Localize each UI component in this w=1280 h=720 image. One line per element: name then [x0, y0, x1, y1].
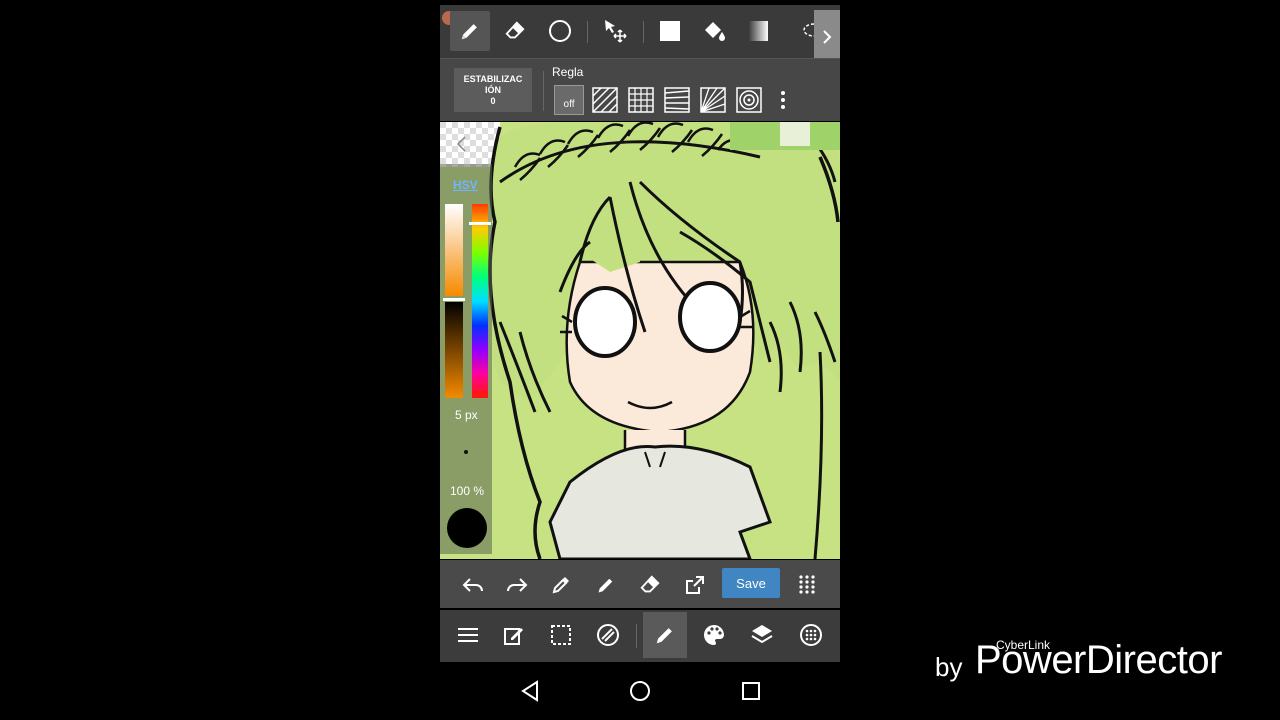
edit-button[interactable] — [492, 612, 536, 658]
eyedropper-button[interactable] — [544, 568, 578, 602]
pen-icon — [598, 578, 613, 593]
concentric-icon — [736, 87, 762, 113]
ruler-radial-button[interactable] — [698, 85, 728, 115]
radial-lines-icon — [700, 87, 726, 113]
export-button[interactable] — [678, 568, 712, 602]
more-vert-icon — [781, 91, 785, 109]
eraser-icon — [505, 21, 525, 39]
saturation-bar[interactable] — [445, 204, 463, 296]
menu-button[interactable] — [446, 612, 490, 658]
ruler-parallel-button[interactable] — [590, 85, 620, 115]
rotate-icon — [597, 624, 619, 646]
stabilizer-label-cont: IÓN — [484, 85, 501, 95]
hamburger-icon — [458, 628, 478, 642]
save-button[interactable]: Save — [722, 568, 780, 598]
eyedropper-icon — [552, 577, 569, 594]
stabilizer-button[interactable]: ESTABILIZAC IÓN 0 — [454, 68, 532, 112]
quick-menu-button[interactable] — [790, 568, 824, 602]
rect-fill-tool-button[interactable] — [650, 11, 690, 51]
brush-panel-button[interactable] — [643, 612, 687, 658]
edit-icon — [504, 628, 523, 645]
pen-icon — [461, 24, 477, 40]
redo-button[interactable] — [500, 568, 534, 602]
layers-button[interactable] — [740, 612, 784, 658]
eraser-icon — [640, 575, 660, 593]
ruler-grid-button[interactable] — [626, 85, 656, 115]
stabilizer-label: ESTABILIZAC — [463, 74, 523, 84]
android-back-button[interactable] — [510, 674, 550, 708]
circle-home-icon — [630, 681, 650, 701]
action-bar: Save — [440, 560, 840, 608]
brush-size-dot — [464, 450, 468, 454]
hue-bar[interactable] — [472, 204, 488, 398]
bottom-nav — [440, 610, 840, 662]
undo-button[interactable] — [456, 568, 490, 602]
powerdirector-watermark: by CyberLink PowerDirector — [935, 638, 1265, 698]
fill-rect-icon — [660, 21, 680, 41]
material-button[interactable] — [789, 612, 833, 658]
brush-size-label[interactable]: 5 px — [455, 408, 478, 422]
eraser-tool-button[interactable] — [495, 11, 535, 51]
tool-toolbar — [440, 5, 840, 63]
layers-icon — [751, 625, 773, 644]
watermark-brand: PowerDirector — [975, 638, 1222, 682]
gradient-icon — [748, 21, 768, 41]
color-palette-button[interactable] — [692, 612, 736, 658]
square-recents-icon — [742, 682, 760, 700]
hue-marker[interactable] — [469, 222, 491, 225]
triangle-back-icon — [521, 680, 538, 702]
bucket-tool-button[interactable] — [694, 11, 734, 51]
perspective-lines-icon — [664, 87, 690, 113]
tool-options-bar: ESTABILIZAC IÓN 0 Regla off — [440, 58, 840, 121]
rotate-canvas-button[interactable] — [586, 612, 630, 658]
palette-icon — [704, 625, 724, 645]
brightness-bar[interactable] — [445, 302, 463, 398]
system-nav-bar — [440, 662, 840, 720]
android-recents-button[interactable] — [731, 674, 771, 708]
parallel-lines-icon — [592, 87, 618, 113]
grid-dots-icon — [799, 575, 815, 594]
pen-tool-button[interactable] — [450, 11, 490, 51]
grid-icon — [628, 87, 654, 113]
quick-eraser-button[interactable] — [633, 568, 667, 602]
ruler-label: Regla — [552, 65, 584, 79]
back-chevron-icon[interactable] — [454, 134, 470, 154]
export-icon — [686, 576, 704, 594]
watermark-by: by — [935, 652, 963, 682]
ruler-off-button[interactable]: off — [554, 85, 584, 115]
opacity-label[interactable]: 100 % — [450, 484, 484, 498]
move-icon — [605, 20, 627, 43]
ruler-more-button[interactable] — [768, 85, 798, 115]
ruler-perspective-button[interactable] — [662, 85, 692, 115]
circle-tool-button[interactable] — [540, 11, 580, 51]
android-home-button[interactable] — [620, 674, 660, 708]
hsv-toggle[interactable]: HSV — [453, 178, 478, 192]
quick-pen-button[interactable] — [589, 568, 623, 602]
drawing-canvas[interactable]: HSV 5 px 100 % — [440, 122, 840, 559]
redo-icon — [507, 578, 528, 592]
current-color-swatch[interactable] — [447, 508, 487, 548]
move-tool-button[interactable] — [595, 11, 635, 51]
artwork — [440, 122, 840, 559]
bucket-icon — [705, 22, 725, 41]
material-icon — [800, 624, 822, 646]
toolbar-more-button[interactable] — [814, 10, 840, 63]
ruler-off-label: off — [563, 98, 575, 110]
circle-icon — [549, 20, 571, 42]
chevron-right-icon — [823, 29, 832, 44]
undo-icon — [462, 578, 483, 592]
saturation-marker[interactable] — [443, 298, 465, 301]
pen-icon — [656, 628, 672, 644]
gradient-tool-button[interactable] — [738, 11, 778, 51]
ruler-concentric-button[interactable] — [734, 85, 764, 115]
selection-button[interactable] — [539, 612, 583, 658]
color-side-panel: HSV 5 px 100 % — [440, 164, 492, 554]
stabilizer-value: 0 — [490, 96, 496, 106]
selection-icon — [551, 625, 571, 645]
phone-screen: ESTABILIZAC IÓN 0 Regla off HSV 5 px 100… — [440, 0, 840, 720]
